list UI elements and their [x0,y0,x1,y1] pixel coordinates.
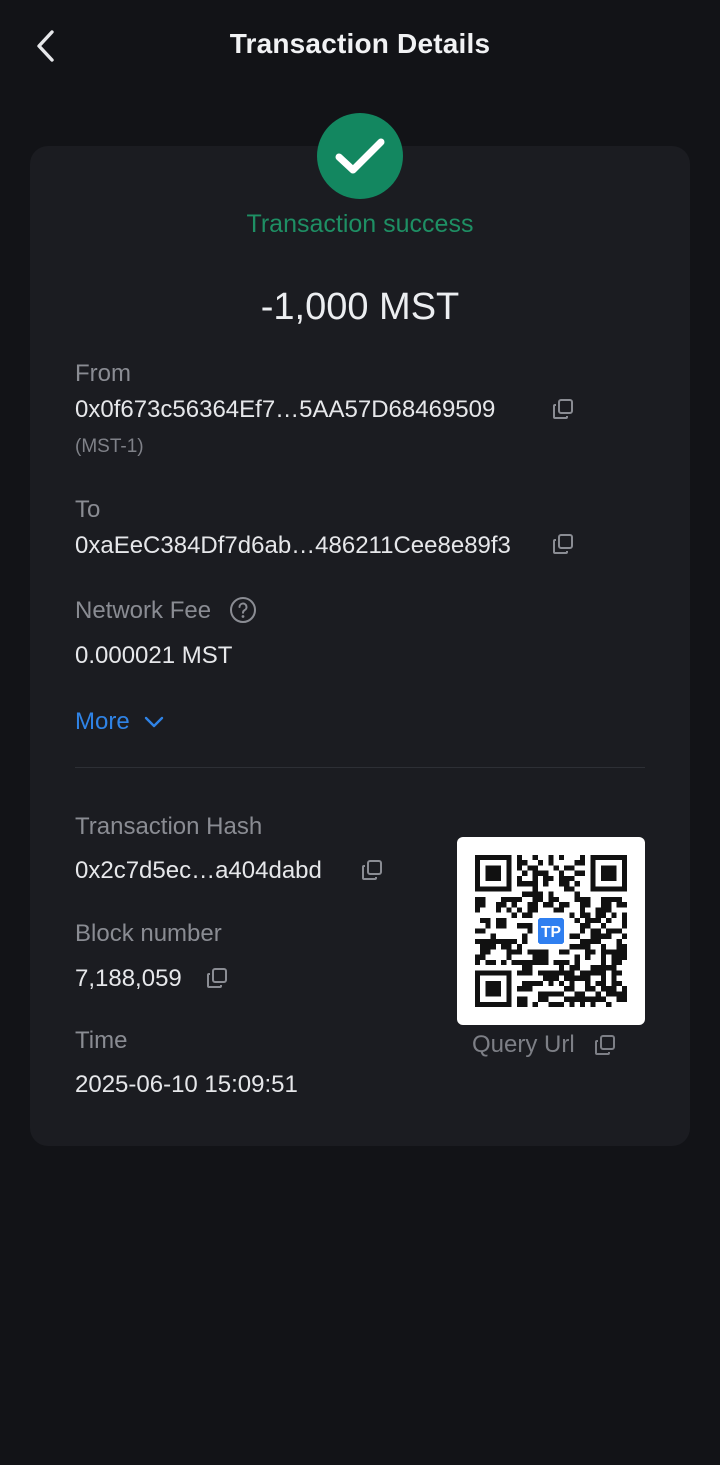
chevron-down-icon [144,716,163,728]
network-fee-label: Network Fee [75,597,212,624]
tx-hash-value: 0x2c7d5ec…a404dabd [75,857,322,884]
from-address: 0x0f673c56364Ef7…5AA57D68469509 [75,396,496,423]
success-icon [317,113,403,199]
header-bar: Transaction Details [0,0,720,92]
divider [75,767,645,768]
to-label: To [75,496,101,523]
time-label: Time [75,1027,128,1054]
amount: -1,000 MST [260,286,460,328]
query-url-label: Query Url [472,1031,575,1058]
help-icon[interactable] [229,596,257,624]
status-text: Transaction success [246,210,474,238]
from-label: From [75,360,131,387]
qr-logo-text: TP [541,924,561,941]
qr-code[interactable]: TP [457,837,645,1025]
copy-query-url-icon[interactable] [593,1033,617,1057]
tx-hash-label: Transaction Hash [75,813,263,840]
copy-hash-icon[interactable] [360,858,384,882]
qr-code-image: TP [475,855,627,1007]
to-address: 0xaEeC384Df7d6ab…486211Cee8e89f3 [75,532,511,559]
block-number-label: Block number [75,920,222,947]
block-number-value: 7,188,059 [75,965,182,992]
page-title: Transaction Details [229,28,491,59]
network-fee-value: 0.000021 MST [75,642,233,669]
more-button[interactable]: More [75,705,164,739]
query-url-button[interactable]: Query Url [472,1031,575,1059]
copy-block-icon[interactable] [205,966,229,990]
copy-to-icon[interactable] [551,532,575,556]
checkmark-icon [335,138,385,174]
copy-from-icon[interactable] [551,397,575,421]
more-label: More [75,708,130,735]
from-network: (MST-1) [75,436,144,457]
time-value: 2025-06-10 15:09:51 [75,1071,298,1098]
